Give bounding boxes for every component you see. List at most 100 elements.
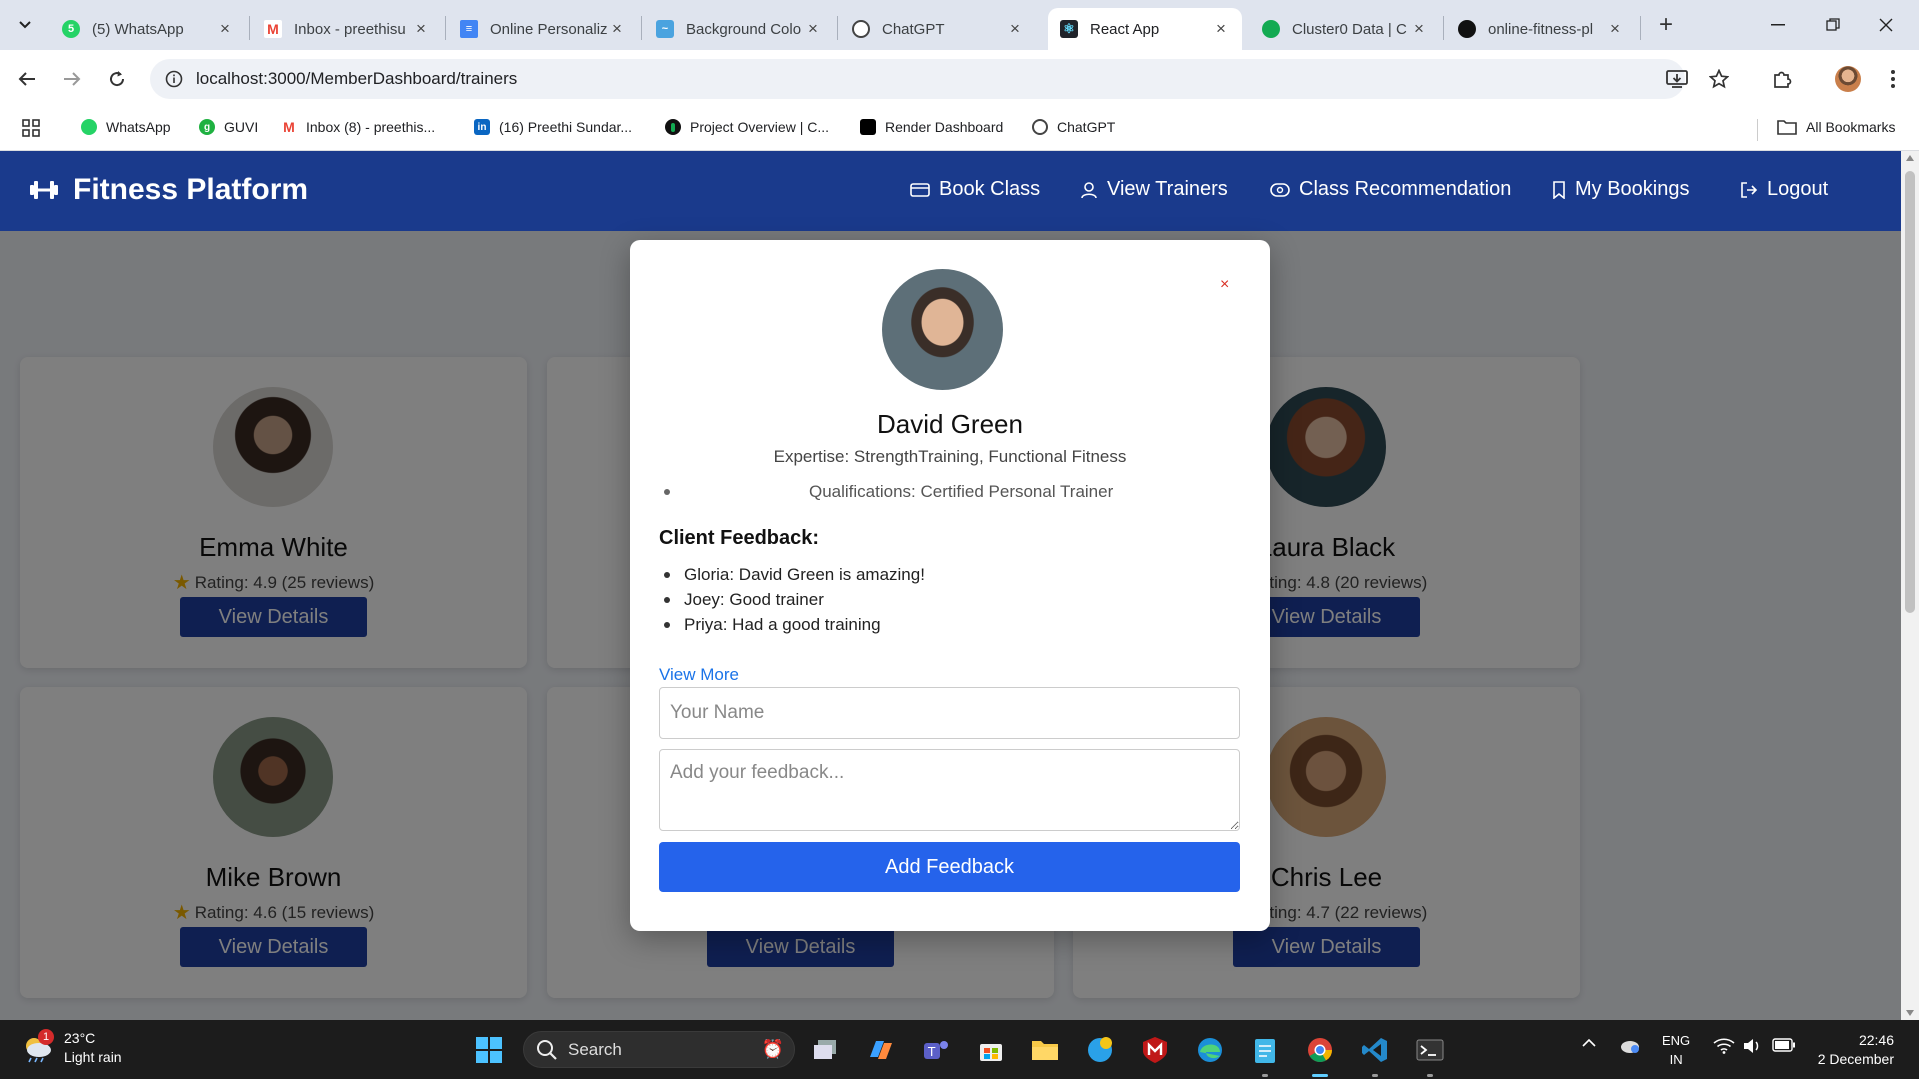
scroll-down-icon[interactable] xyxy=(1906,1010,1914,1016)
tab-gmail[interactable]: M Inbox - preethisu × xyxy=(252,8,442,50)
wifi-icon xyxy=(1713,1038,1735,1054)
scroll-up-icon[interactable] xyxy=(1906,155,1914,161)
bookmark-linkedin[interactable]: in (16) Preethi Sundar... xyxy=(474,119,632,135)
mcafee-button[interactable] xyxy=(1137,1032,1173,1068)
bookmark-whatsapp[interactable]: WhatsApp xyxy=(81,119,171,135)
bookmark-mongodb[interactable]: Project Overview | C... xyxy=(665,119,829,135)
onedrive-button[interactable] xyxy=(1618,1038,1640,1054)
chevron-down-icon xyxy=(19,21,31,29)
start-button[interactable] xyxy=(471,1032,507,1068)
terminal-icon xyxy=(1416,1039,1444,1061)
profile-button[interactable] xyxy=(1832,63,1864,95)
language-indicator[interactable]: ENG IN xyxy=(1662,1031,1690,1069)
scroll-thumb[interactable] xyxy=(1905,171,1915,613)
minimize-button[interactable] xyxy=(1758,8,1798,42)
system-clock[interactable]: 22:46 2 December xyxy=(1810,1031,1894,1069)
modal-close-button[interactable]: × xyxy=(1220,276,1229,294)
forward-button[interactable] xyxy=(56,63,88,95)
store-button[interactable] xyxy=(973,1032,1009,1068)
tab-divider xyxy=(641,16,642,40)
tab-divider xyxy=(445,16,446,40)
close-icon[interactable]: × xyxy=(216,19,234,39)
restore-button[interactable] xyxy=(1813,8,1853,42)
tab-react-app[interactable]: ⚛ React App × xyxy=(1048,8,1242,50)
weather-temp: 23°C xyxy=(64,1030,96,1046)
page-scrollbar[interactable] xyxy=(1901,151,1919,1020)
running-indicator xyxy=(1262,1074,1268,1077)
all-bookmarks-button[interactable]: All Bookmarks xyxy=(1777,119,1895,135)
apps-button[interactable] xyxy=(22,119,40,137)
file-explorer-button[interactable] xyxy=(1027,1032,1063,1068)
reload-button[interactable] xyxy=(101,63,133,95)
task-view-button[interactable] xyxy=(808,1032,844,1068)
chrome-button[interactable] xyxy=(1302,1032,1338,1068)
nav-book-class[interactable]: Book Class xyxy=(910,178,1040,201)
site-info-icon[interactable] xyxy=(164,69,184,89)
copilot-button[interactable] xyxy=(862,1032,898,1068)
site-icon: ~ xyxy=(656,20,674,38)
teams-button[interactable]: T xyxy=(918,1032,954,1068)
bookmark-chatgpt[interactable]: ChatGPT xyxy=(1032,119,1115,135)
battery-button[interactable] xyxy=(1772,1038,1796,1052)
trainers-icon xyxy=(1080,181,1098,199)
tab-whatsapp[interactable]: 5 (5) WhatsApp × xyxy=(50,8,246,50)
tab-docs[interactable]: ≡ Online Personaliz × xyxy=(448,8,638,50)
close-window-button[interactable] xyxy=(1866,8,1906,42)
close-icon[interactable]: × xyxy=(1606,19,1624,39)
bookmark-star-button[interactable] xyxy=(1703,63,1735,95)
new-tab-button[interactable]: + xyxy=(1651,10,1681,40)
tab-mongodb[interactable]: Cluster0 Data | C × xyxy=(1250,8,1440,50)
speaker-icon xyxy=(1744,1039,1759,1053)
volume-button[interactable] xyxy=(1743,1038,1763,1054)
view-more-link[interactable]: View More xyxy=(659,665,739,685)
weather-app-button[interactable] xyxy=(1082,1032,1118,1068)
tab-github[interactable]: online-fitness-pl × xyxy=(1446,8,1636,50)
close-icon[interactable]: × xyxy=(1212,19,1230,39)
close-icon[interactable]: × xyxy=(1410,19,1428,39)
close-icon[interactable]: × xyxy=(608,19,626,39)
weather-rain-icon: 1 xyxy=(20,1029,54,1063)
add-feedback-button[interactable]: Add Feedback xyxy=(659,842,1240,892)
bookmark-render[interactable]: Render Dashboard xyxy=(860,119,1003,135)
nav-class-recommendation[interactable]: Class Recommendation xyxy=(1270,178,1511,201)
terminal-button[interactable] xyxy=(1412,1032,1448,1068)
install-app-button[interactable] xyxy=(1661,63,1693,95)
nav-view-trainers[interactable]: View Trainers xyxy=(1080,178,1228,201)
whatsapp-icon: 5 xyxy=(62,20,80,38)
vscode-button[interactable] xyxy=(1357,1032,1393,1068)
show-hidden-icons-button[interactable] xyxy=(1582,1038,1596,1048)
extensions-button[interactable] xyxy=(1766,63,1798,95)
bookmark-guvi[interactable]: g GUVI xyxy=(199,119,258,135)
nav-my-bookings[interactable]: My Bookings xyxy=(1552,178,1690,201)
trainer-details-modal: × David Green Expertise: StrengthTrainin… xyxy=(630,240,1270,931)
tab-title: Online Personaliz xyxy=(490,20,608,38)
tab-background-color[interactable]: ~ Background Colo × xyxy=(644,8,834,50)
nav-logout[interactable]: Logout xyxy=(1740,178,1828,201)
browser-toolbar: localhost:3000/MemberDashboard/trainers xyxy=(0,50,1919,108)
reload-icon xyxy=(110,71,125,87)
feedback-textarea[interactable] xyxy=(659,749,1240,831)
close-icon[interactable]: × xyxy=(1006,19,1024,39)
tab-search-button[interactable] xyxy=(11,11,39,39)
app-navbar: Fitness Platform Book Class View Trainer… xyxy=(0,151,1901,231)
notepad-button[interactable] xyxy=(1247,1032,1283,1068)
search-highlight-icon: ⏰ xyxy=(761,1039,784,1059)
browser-menu-button[interactable] xyxy=(1877,63,1909,95)
weather-widget[interactable]: 1 23°C Light rain xyxy=(20,1029,122,1067)
tab-chatgpt[interactable]: ChatGPT × xyxy=(840,8,1036,50)
address-bar[interactable]: localhost:3000/MemberDashboard/trainers xyxy=(150,59,1685,99)
feedback-list: Gloria: David Green is amazing! Joey: Go… xyxy=(659,562,925,637)
windows-icon xyxy=(476,1037,502,1063)
taskbar-search[interactable]: Search ⏰ xyxy=(523,1031,795,1068)
back-button[interactable] xyxy=(11,63,43,95)
network-button[interactable] xyxy=(1713,1038,1735,1054)
brand-name: Fitness Platform xyxy=(73,173,309,206)
brand[interactable]: Fitness Platform xyxy=(29,173,308,207)
edge-button[interactable] xyxy=(1192,1032,1228,1068)
url-text: localhost:3000/MemberDashboard/trainers xyxy=(196,69,518,88)
close-icon[interactable]: × xyxy=(804,19,822,39)
your-name-input[interactable] xyxy=(659,687,1240,739)
bookmark-gmail[interactable]: M Inbox (8) - preethis... xyxy=(281,119,435,135)
close-icon xyxy=(1879,18,1893,32)
close-icon[interactable]: × xyxy=(412,19,430,39)
